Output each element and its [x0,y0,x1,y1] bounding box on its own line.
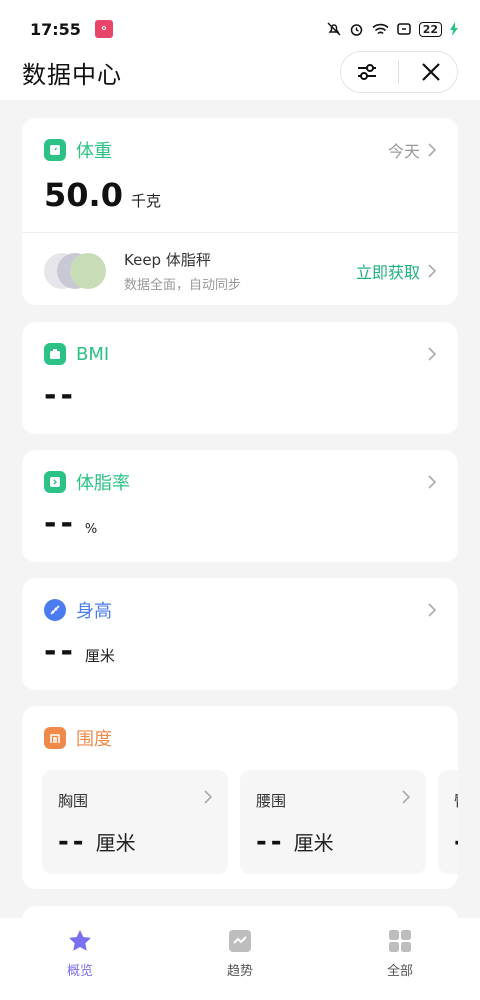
promo-row[interactable]: Keep 体脂秤 数据全面，自动同步 立即获取 [22,232,458,308]
weight-value-row: 50.0 千克 [22,176,458,214]
chevron-right-icon [402,790,410,804]
trend-icon [229,930,251,952]
mute-icon [327,22,341,36]
bodyfat-value: -- [44,506,77,541]
header-divider [398,61,400,83]
weight-value: 50.0 [44,176,123,214]
girth-card: 围度 胸围 -- 厘米 腰围 -- 厘米 臀 - [22,706,458,889]
height-unit: 厘米 [84,647,115,665]
height-chevron[interactable] [428,603,436,617]
app-notification-icon: ✿ [94,20,113,38]
ruler-icon [44,599,66,621]
hip-label: 臀 [454,790,458,811]
height-card-header: 身高 [22,578,458,642]
bmi-card-header: BMI [22,322,458,386]
chest-unit: 厘米 [95,831,136,855]
waist-unit: 厘米 [293,831,334,855]
weight-date-link[interactable]: 今天 [388,138,436,162]
chest-label: 胸围 [58,792,89,810]
promo-subtitle: 数据全面，自动同步 [124,277,242,293]
sim-icon [396,23,411,35]
bmi-label: BMI [76,343,110,365]
get-now-label: 立即获取 [355,262,420,282]
bodyfat-card[interactable]: 体脂率 -- % [22,450,458,562]
chevron-right-icon [204,790,212,804]
hip-girth-card[interactable]: 臀 - [438,770,458,874]
battery-indicator: 22 [418,21,442,37]
page-title: 数据中心 [22,60,122,89]
girth-items: 胸围 -- 厘米 腰围 -- 厘米 臀 - [22,770,458,874]
tab-all[interactable]: 全部 [320,918,480,1000]
bodyfat-label: 体脂率 [76,473,130,494]
girth-icon [44,727,66,749]
charging-icon [450,22,458,36]
get-now-button[interactable]: 立即获取 [356,259,436,283]
close-button[interactable] [411,52,451,92]
scale-image [44,250,108,292]
promo-text: Keep 体脂秤 数据全面，自动同步 [124,249,356,293]
header-actions [340,51,458,93]
height-label: 身高 [76,601,112,622]
bmi-value: -- [44,378,77,413]
alarm-icon [350,23,362,36]
waist-value-row: -- 厘米 [256,827,410,857]
bodyfat-unit: % [84,522,98,537]
tab-overview[interactable]: 概览 [0,918,160,1000]
chevron-right-icon [428,263,436,278]
bodyfat-icon [44,471,66,493]
star-icon [69,930,91,951]
bmi-chevron[interactable] [428,347,436,361]
status-time: 17:55 [30,19,81,39]
chest-value: -- [58,827,88,857]
chevron-right-icon [428,603,436,617]
chevron-right-icon [428,143,436,157]
bmi-value-row: -- [22,378,458,413]
weight-unit: 千克 [130,192,161,210]
weight-date: 今天 [387,142,420,161]
bottom-tab-bar: 概览 趋势 全部 [0,918,480,1000]
chevron-right-icon [428,475,436,489]
height-card[interactable]: 身高 -- 厘米 [22,578,458,690]
waist-girth-card[interactable]: 腰围 -- 厘米 [240,770,426,874]
hip-value-row: - [454,827,458,857]
girth-card-header: 围度 [22,706,458,770]
status-icons: 22 [327,21,458,37]
height-value: -- [44,634,77,669]
chest-girth-card[interactable]: 胸围 -- 厘米 [42,770,228,874]
weight-icon [44,139,66,161]
sliders-icon [357,64,376,80]
wifi-icon [372,23,389,34]
bmi-card[interactable]: BMI -- [22,322,458,434]
height-value-row: -- 厘米 [22,634,458,669]
bodyfat-value-row: -- % [22,506,458,541]
tab-all-label: 全部 [386,964,413,979]
promo-title: Keep 体脂秤 [124,250,211,269]
girth-label: 围度 [76,729,112,750]
bodyfat-card-header: 体脂率 [22,450,458,514]
tab-trend[interactable]: 趋势 [160,918,320,1000]
grid-icon [389,930,411,952]
tab-trend-label: 趋势 [226,964,253,979]
close-icon [422,63,440,81]
weight-card-header: 体重 今天 [22,118,458,182]
chest-value-row: -- 厘米 [58,827,212,857]
waist-label: 腰围 [256,792,287,810]
hip-value: - [454,827,458,857]
filter-button[interactable] [347,52,387,92]
weight-label: 体重 [76,141,112,162]
bmi-icon [44,343,66,365]
chevron-right-icon [428,347,436,361]
header: 数据中心 [0,44,480,100]
weight-card[interactable]: 体重 今天 50.0 千克 Keep 体脂秤 数据全面，自动同步 立即获取 [22,118,458,305]
waist-value: -- [256,827,286,857]
bodyfat-chevron[interactable] [428,475,436,489]
tab-overview-label: 概览 [66,964,93,979]
